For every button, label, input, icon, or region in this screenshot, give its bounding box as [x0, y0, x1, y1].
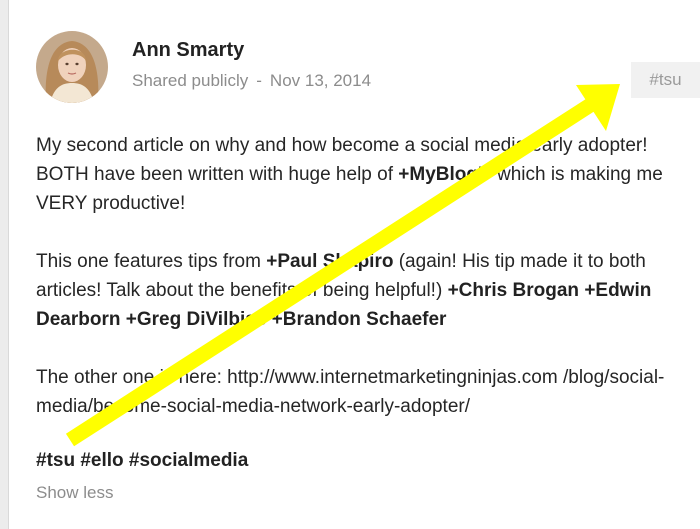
mention-link[interactable]: +Brandon Schaefer — [272, 309, 447, 330]
paragraph-2: This one features tips from +Paul Shapir… — [36, 247, 686, 334]
paragraph-3: The other one is here: http://www.intern… — [36, 363, 686, 421]
page-edge — [0, 0, 9, 529]
text-run: This one features tips from — [36, 251, 267, 272]
mention-link[interactable]: +Chris Brogan — [448, 280, 579, 301]
show-less-link[interactable]: Show less — [36, 483, 113, 503]
mention-link[interactable]: +Paul Shapiro — [266, 251, 393, 272]
mention-link[interactable]: +MyBlogU — [398, 164, 491, 185]
author-avatar[interactable] — [36, 31, 108, 103]
link-text[interactable]: The other one is here: http://www.intern… — [36, 367, 664, 417]
visibility-label[interactable]: Shared publicly — [132, 71, 248, 90]
avatar-photo-icon — [36, 31, 108, 103]
hashtag-list[interactable]: #tsu #ello #socialmedia — [36, 450, 248, 472]
hashtag-chip[interactable]: #tsu — [631, 62, 700, 98]
mention-link[interactable]: +Greg DiVilbiss — [126, 309, 267, 330]
author-name[interactable]: Ann Smarty — [132, 39, 244, 62]
post-body: My second article on why and how become … — [36, 131, 686, 421]
post-meta: Shared publicly - Nov 13, 2014 — [132, 71, 371, 91]
post-date[interactable]: Nov 13, 2014 — [270, 71, 371, 90]
paragraph-1: My second article on why and how become … — [36, 131, 686, 218]
meta-separator: - — [256, 71, 262, 90]
